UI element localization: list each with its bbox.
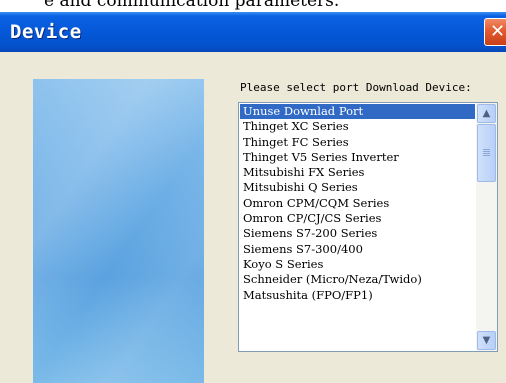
scroll-up-button[interactable]: ▲ bbox=[477, 104, 496, 123]
device-list-item[interactable]: Koyo S Series bbox=[240, 257, 475, 272]
close-icon: ✕ bbox=[490, 21, 506, 42]
scroll-grip-icon bbox=[483, 149, 490, 150]
window-title: Device bbox=[10, 21, 82, 43]
device-list-item[interactable]: Omron CP/CJ/CS Series bbox=[240, 211, 475, 226]
device-list-item[interactable]: Schneider (Micro/Neza/Twido) bbox=[240, 272, 475, 287]
vertical-scrollbar[interactable]: ▲ ▼ bbox=[476, 103, 497, 351]
dialog-client-area: Please select port Download Device: Unus… bbox=[0, 52, 506, 383]
device-list-item[interactable]: Omron CPM/CQM Series bbox=[240, 196, 475, 211]
device-list-item[interactable]: Thinget FC Series bbox=[240, 135, 475, 150]
device-list-item[interactable]: Unuse Downlad Port bbox=[240, 104, 475, 120]
scroll-thumb[interactable] bbox=[477, 124, 496, 182]
device-listbox[interactable]: Unuse Downlad Port Thinget XC Series Thing… bbox=[238, 102, 498, 352]
device-list-item[interactable]: Matsushita (FPO/FP1) bbox=[240, 288, 475, 303]
device-list-item[interactable]: Thinget XC Series bbox=[240, 119, 475, 134]
background-document-strip: e and communication parameters. bbox=[0, 0, 506, 12]
device-list-items: Unuse Downlad Port Thinget XC Series Thing… bbox=[240, 104, 475, 303]
device-list-item[interactable]: Thinget V5 Series Inverter bbox=[240, 150, 475, 165]
scroll-up-arrow-icon: ▲ bbox=[482, 108, 491, 119]
decorative-sky-image bbox=[33, 79, 204, 383]
scroll-down-arrow-icon: ▼ bbox=[482, 335, 491, 346]
device-list-item[interactable]: Siemens S7-200 Series bbox=[240, 226, 475, 241]
scroll-down-button[interactable]: ▼ bbox=[477, 331, 496, 350]
device-list-item[interactable]: Mitsubishi Q Series bbox=[240, 180, 475, 195]
title-bar[interactable]: Device ✕ bbox=[0, 12, 506, 52]
device-list-item[interactable]: Mitsubishi FX Series bbox=[240, 165, 475, 180]
port-prompt-label: Please select port Download Device: bbox=[240, 81, 472, 94]
close-button[interactable]: ✕ bbox=[484, 18, 506, 46]
device-list-item[interactable]: Siemens S7-300/400 bbox=[240, 242, 475, 257]
background-caption: e and communication parameters. bbox=[44, 0, 340, 11]
